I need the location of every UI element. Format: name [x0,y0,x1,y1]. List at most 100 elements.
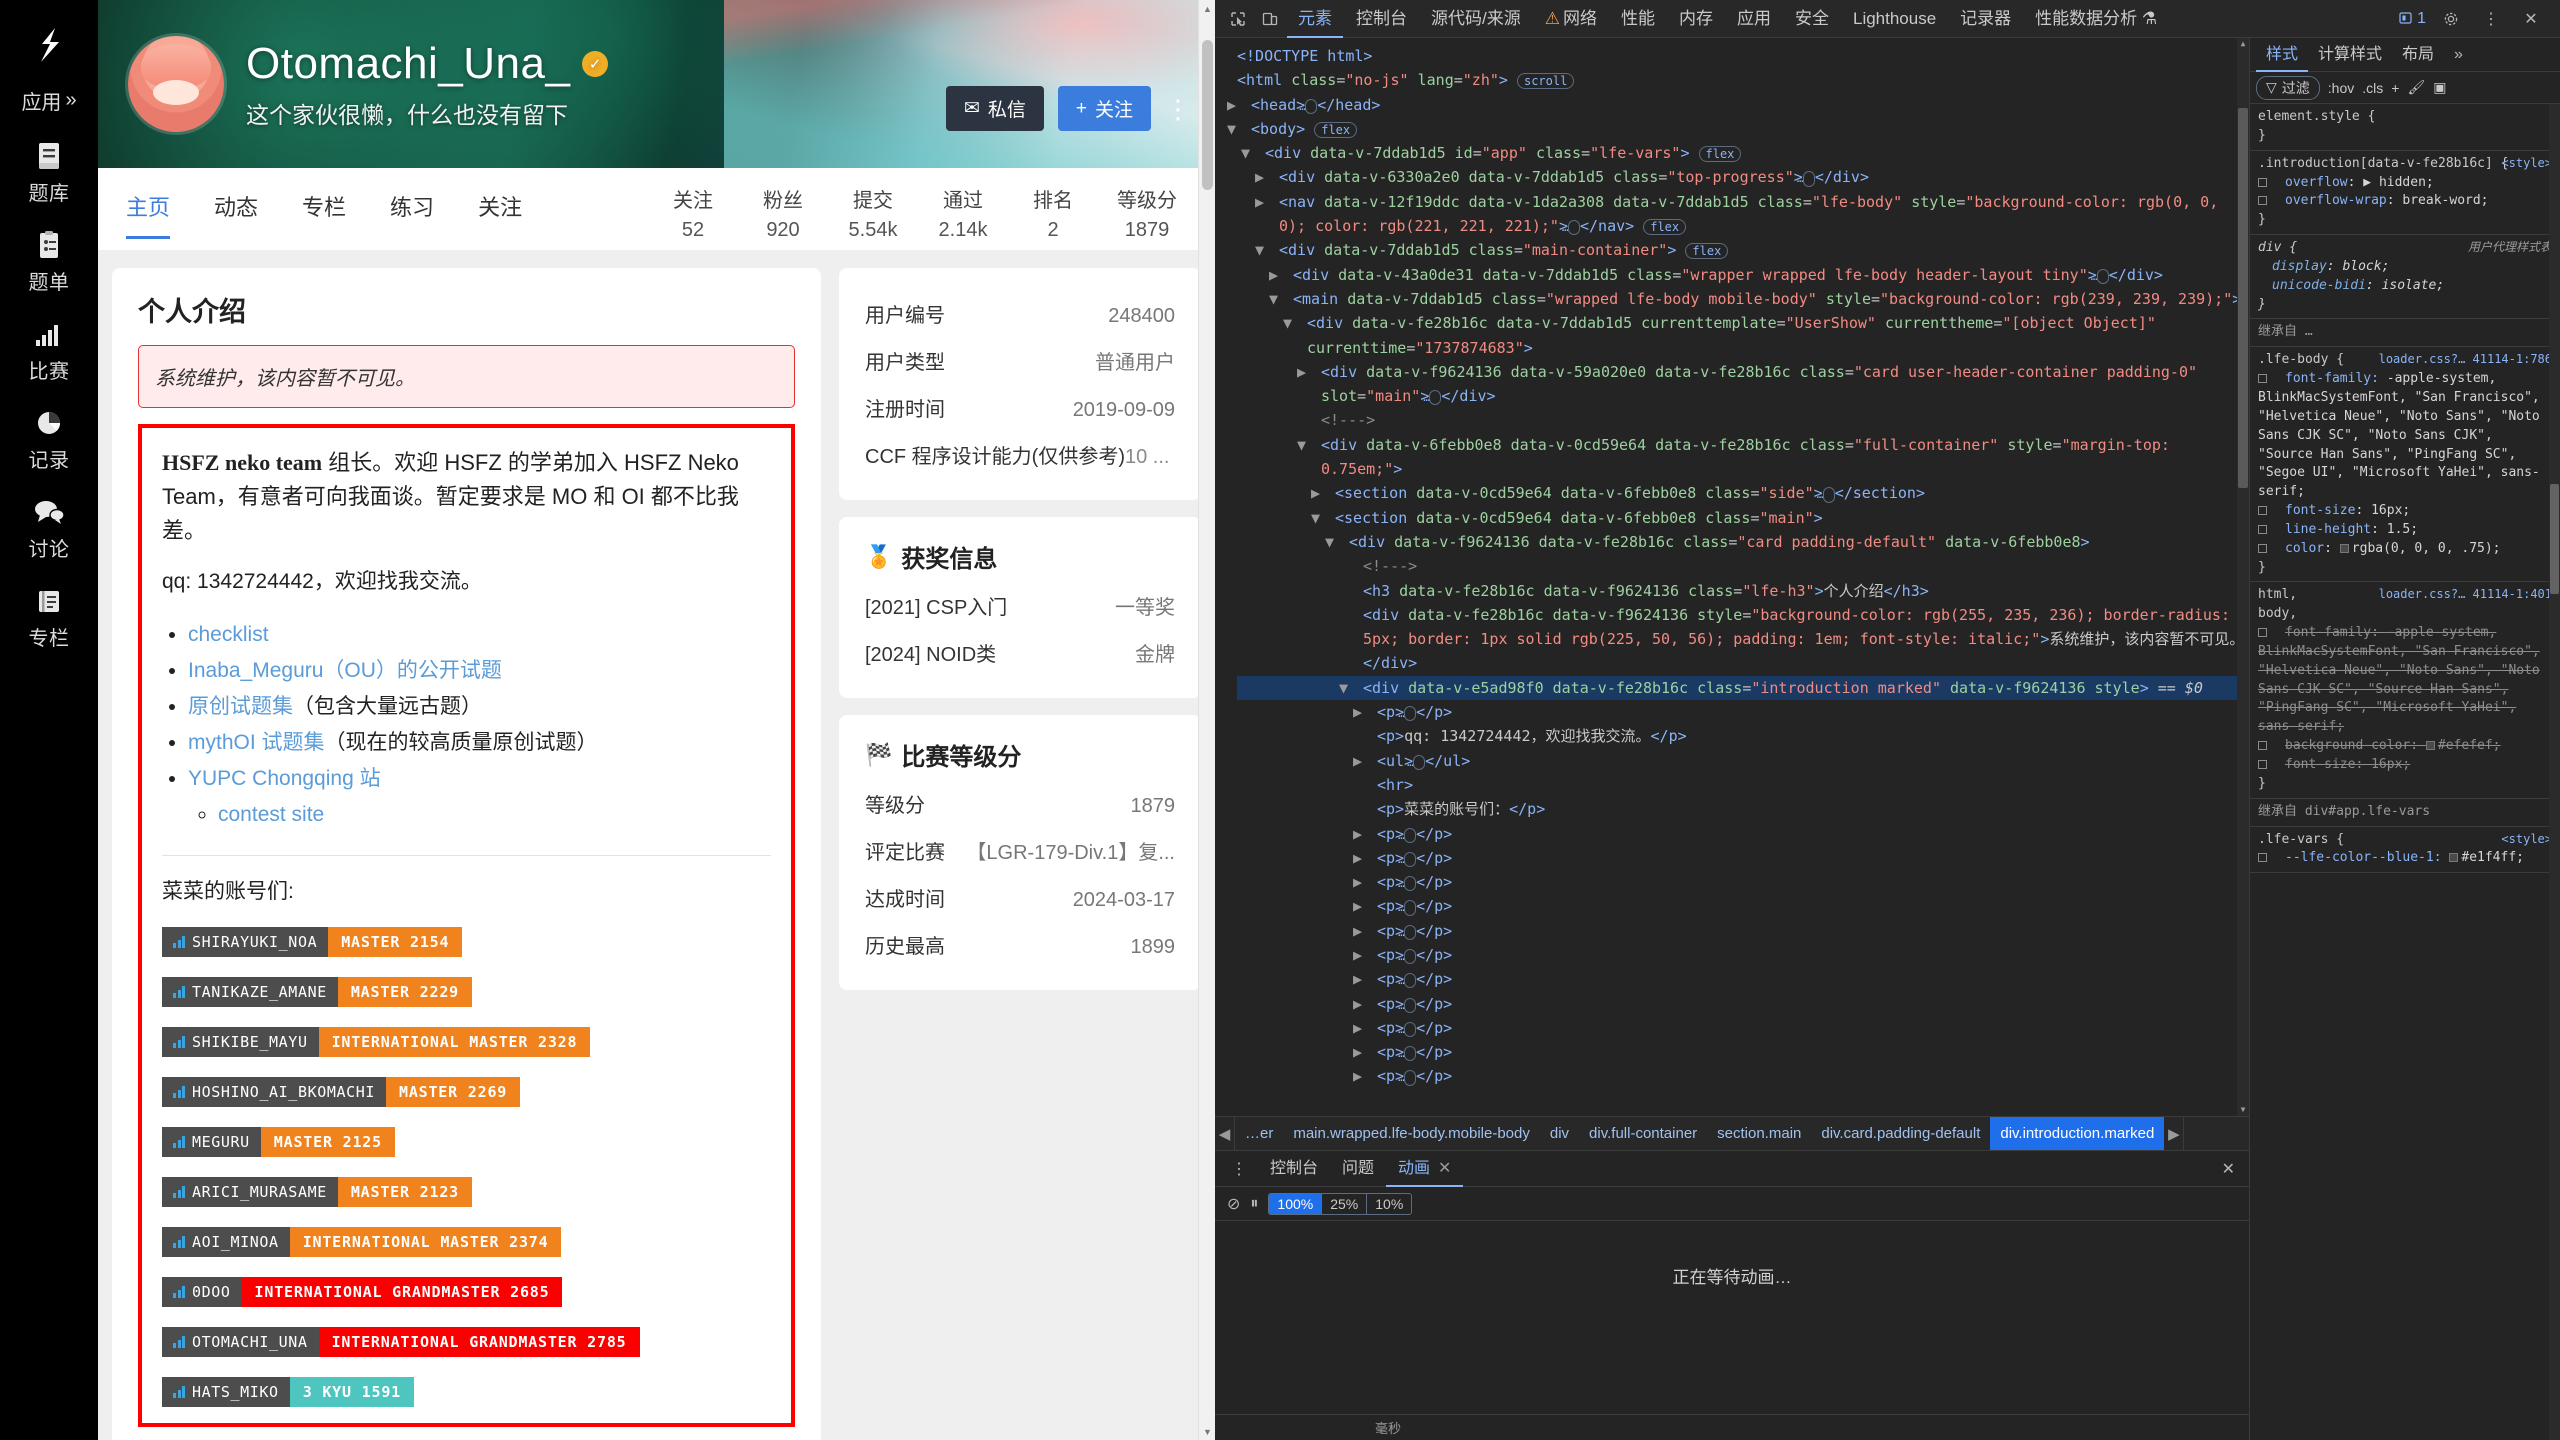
dom-node[interactable]: <!---> [1237,554,2245,578]
disclosure-triangle-icon[interactable]: ▶ [1297,360,1321,384]
disclosure-triangle-icon[interactable]: ▼ [1283,311,1307,335]
devtools-tab-security[interactable]: 安全 [1784,0,1840,38]
disclosure-triangle-icon[interactable]: ▼ [1241,141,1265,165]
sidebar-item-problems[interactable]: 题库 [0,125,98,214]
rating-badge[interactable]: SHIKIBE_MAYU INTERNATIONAL MASTER 2328 [162,1027,591,1058]
disclosure-triangle-icon[interactable]: ▶ [1353,992,1377,1016]
disclosure-triangle-icon[interactable]: ▼ [1227,117,1251,141]
breadcrumb-item[interactable]: div.card.padding-default [1811,1117,1990,1150]
breadcrumb-scroll-right-icon[interactable]: ▶ [2164,1117,2185,1150]
tab-articles[interactable]: 专栏 [302,190,346,239]
stat-following[interactable]: 关注 52 [667,184,719,242]
dom-node[interactable]: ▶ <div data-v-f9624136 data-v-59a020e0 da… [1237,360,2245,409]
devtools-tab-performance[interactable]: 性能 [1610,0,1666,38]
styles-scrollbar[interactable] [2549,104,2560,1440]
devtools-tab-lighthouse[interactable]: Lighthouse [1842,0,1947,38]
rating-badge[interactable]: SHIRAYUKI_NOA MASTER 2154 [162,927,463,958]
dom-node[interactable]: ▼ <div data-v-fe28b16c data-v-7ddab1d5 cu… [1237,311,2245,360]
dom-node[interactable]: ▶ <p>… </p> [1237,919,2245,943]
disclosure-triangle-icon[interactable]: ▶ [1269,263,1293,287]
rating-badge[interactable]: HATS_MIKO 3 KYU 1591 [162,1377,414,1408]
dom-node[interactable]: ▶ <p>… </p> [1237,822,2245,846]
dom-node[interactable]: ▶ <p>… </p> [1237,992,2245,1016]
style-rule-ua-div[interactable]: 用户代理样式表 div { display: block; unicode-bi… [2250,235,2560,320]
scrollbar-thumb[interactable] [2238,108,2248,488]
sidebar-item-records[interactable]: 记录 [0,392,98,481]
link-original-problem-set[interactable]: 原创试题集 [188,695,293,718]
devtools-tab-recorder[interactable]: 记录器 [1949,0,2022,38]
devtools-tab-elements[interactable]: 元素 [1287,0,1343,38]
disclosure-triangle-icon[interactable]: ▼ [1339,676,1363,700]
disclosure-triangle-icon[interactable]: ▶ [1353,894,1377,918]
declaration-checkbox[interactable] [2258,196,2267,206]
dom-tree[interactable]: ▲ ▼ <!DOCTYPE html> <html class="no-js" l… [1215,38,2249,1116]
rated-contest-link[interactable]: 【LGR-179-Div.1】复... [966,836,1175,865]
drawer-more-icon[interactable]: ⋮ [1221,1159,1258,1179]
dom-node[interactable]: ▶ <p>… </p> [1237,1040,2245,1064]
luogu-logo-icon[interactable] [26,22,72,68]
scroll-up-arrow-icon[interactable]: ▲ [1199,0,1215,17]
declaration[interactable]: overflow-wrap: break-word; [2258,192,2552,211]
style-rule-lfe-vars[interactable]: <style> .lfe-vars { --lfe-color--blue-1:… [2250,827,2560,874]
link-mythoi-problem-set[interactable]: mythOI 试题集 [188,731,325,754]
disclosure-triangle-icon[interactable]: ▶ [1353,700,1377,724]
tab-following[interactable]: 关注 [478,190,522,239]
dom-node[interactable]: ▶ <p>… </p> [1237,894,2245,918]
tab-home[interactable]: 主页 [126,190,171,239]
rating-badge[interactable]: OTOMACHI_UNA INTERNATIONAL GRANDMASTER 27… [162,1327,640,1358]
declaration[interactable]: font-family: -apple-system, BlinkMacSyst… [2258,370,2552,502]
disclosure-triangle-icon[interactable]: ▶ [1353,870,1377,894]
style-rule-html-body[interactable]: loader.css?… 41114-1:401 html, body, fon… [2250,582,2560,799]
drawer-tab-animations[interactable]: 动画 ✕ [1386,1151,1463,1187]
hov-toggle[interactable]: :hov [2328,80,2354,96]
disclosure-triangle-icon[interactable]: ▶ [1227,93,1251,117]
dom-node[interactable]: ▶ <p>… </p> [1237,967,2245,991]
rating-badge[interactable]: AOI_MINOA INTERNATIONAL MASTER 2374 [162,1227,562,1258]
devtools-tab-sources[interactable]: 源代码/来源 [1420,0,1532,38]
color-swatch[interactable] [2339,543,2349,553]
dom-node[interactable]: <hr> [1237,773,2245,797]
sidebar-item-discussions[interactable]: 讨论 [0,481,98,570]
disclosure-triangle-icon[interactable]: ▼ [1297,433,1321,457]
dom-node[interactable]: ▼ <div data-v-6febb0e8 data-v-0cd59e64 da… [1237,433,2245,482]
declaration-overridden[interactable]: background-color: #efefef; [2258,737,2552,756]
dom-node[interactable]: ▶ <ul>… </ul> [1237,749,2245,773]
declaration-overridden[interactable]: font-family: -apple-system, BlinkMacSyst… [2258,624,2552,737]
disclosure-triangle-icon[interactable]: ▶ [1353,1040,1377,1064]
styles-tab-more-icon[interactable]: » [2444,38,2473,72]
style-rule-lfe-body[interactable]: loader.css?… 41114-1:786 .lfe-body { fon… [2250,347,2560,583]
devtools-tab-console[interactable]: 控制台 [1345,0,1418,38]
apps-menu[interactable]: 应用 » [21,80,76,125]
declaration-checkbox[interactable] [2258,760,2267,769]
dom-node[interactable]: <h3 data-v-fe28b16c data-v-f9624136 clas… [1237,579,2245,603]
disclosure-triangle-icon[interactable]: ▼ [1269,287,1293,311]
disclosure-triangle-icon[interactable]: ▼ [1311,506,1335,530]
rating-badge[interactable]: HOSHINO_AI_BKOMACHI MASTER 2269 [162,1077,521,1108]
message-button[interactable]: ✉ 私信 [945,86,1044,131]
breadcrumb-item-selected[interactable]: div.introduction.marked [1990,1117,2165,1150]
gear-icon[interactable] [2436,5,2466,33]
speed-100[interactable]: 100% [1269,1193,1323,1214]
page-scrollbar[interactable]: ▲ ▼ [1198,0,1215,1440]
dom-scrollbar[interactable]: ▲ ▼ [2237,38,2249,1116]
declaration-checkbox[interactable] [2258,374,2267,384]
dom-node[interactable]: <p>菜菜的账号们：</p> [1237,797,2245,821]
disclosure-triangle-icon[interactable]: ▶ [1353,1064,1377,1088]
close-icon[interactable]: ✕ [2516,5,2546,33]
style-rule-introduction[interactable]: <style> .introduction[data-v-fe28b16c] {… [2250,151,2560,236]
rating-badge[interactable]: ARICI_MURASAME MASTER 2123 [162,1177,472,1208]
drawer-tab-console[interactable]: 控制台 [1258,1151,1330,1187]
drawer-close-icon[interactable]: ✕ [2222,1159,2249,1179]
stat-followers[interactable]: 粉丝 920 [757,184,809,242]
disclosure-triangle-icon[interactable]: ▶ [1353,943,1377,967]
brush-icon[interactable]: 🖌 [2407,79,2425,96]
disclosure-triangle-icon[interactable]: ▶ [1353,1016,1377,1040]
breadcrumb-item[interactable]: div [1540,1117,1579,1150]
scroll-down-arrow-icon[interactable]: ▼ [1199,1423,1215,1440]
declaration[interactable]: overflow: ▶ hidden; [2258,174,2552,193]
color-swatch[interactable] [2425,741,2435,751]
declaration[interactable]: color: rgba(0, 0, 0, .75); [2258,540,2552,559]
disclosure-triangle-icon[interactable]: ▶ [1353,822,1377,846]
disclosure-triangle-icon[interactable]: ▶ [1353,967,1377,991]
scrollbar-thumb[interactable] [1202,40,1213,190]
